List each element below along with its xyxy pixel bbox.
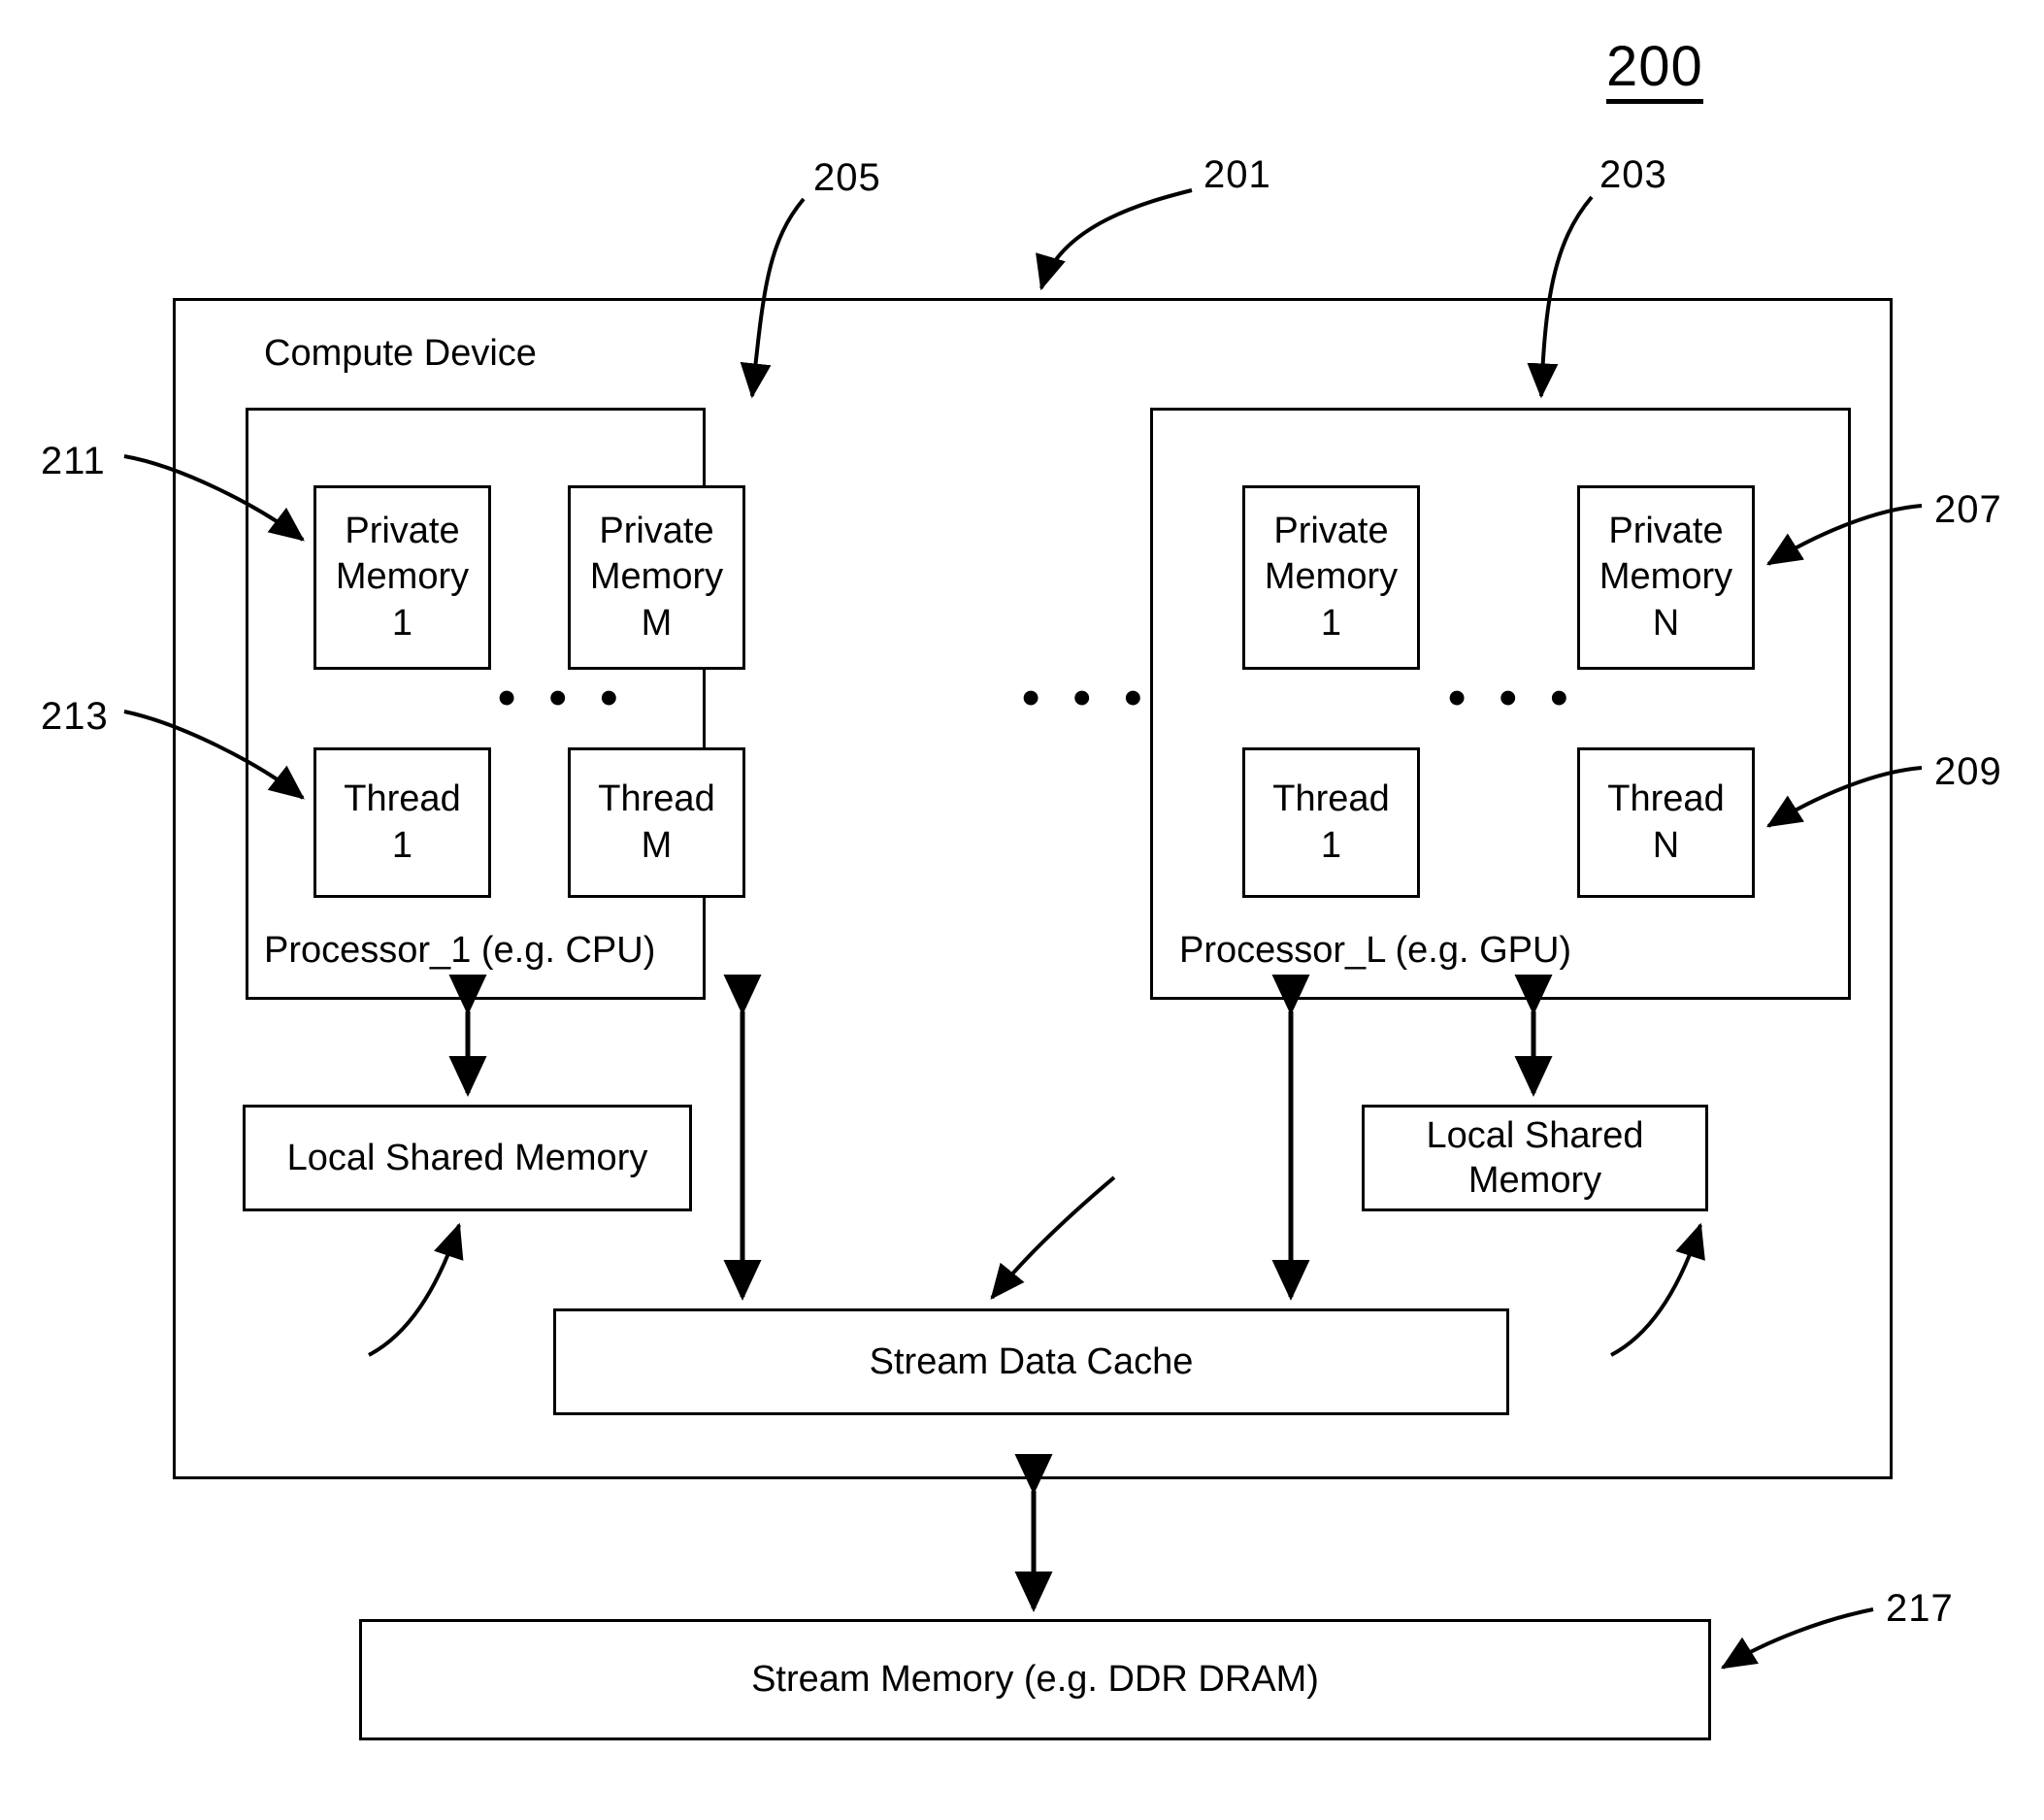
figure-canvas: 200 201 205 203 211 213 207 209 215 219 … <box>0 0 2044 1820</box>
private-memory-1-box-processor-l: Private Memory 1 <box>1242 485 1420 670</box>
thread-1-box-processor-1: Thread 1 <box>313 747 491 898</box>
ref-213-thread-1: 213 <box>41 695 109 738</box>
processor-l-ellipsis: • • • <box>1448 670 1578 726</box>
local-shared-memory-right-box: Local Shared Memory <box>1362 1105 1708 1211</box>
stream-data-cache-box: Stream Data Cache <box>553 1308 1509 1415</box>
ref-203-processor-l: 203 <box>1599 153 1667 196</box>
private-memory-m-box-processor-1: Private Memory M <box>568 485 745 670</box>
ref-201-compute-device: 201 <box>1203 153 1271 196</box>
processor-1-ellipsis: • • • <box>498 670 628 726</box>
thread-n-box-processor-l: Thread N <box>1577 747 1755 898</box>
compute-device-label: Compute Device <box>264 333 537 374</box>
processor-1-caption: Processor_1 (e.g. CPU) <box>264 930 656 971</box>
thread-m-box-processor-1: Thread M <box>568 747 745 898</box>
leader-217 <box>1720 1607 1874 1670</box>
leader-201 <box>1036 188 1193 291</box>
between-processors-ellipsis: • • • <box>1022 670 1152 726</box>
local-shared-memory-left-box: Local Shared Memory <box>243 1105 692 1211</box>
ref-217-stream-memory: 217 <box>1886 1587 1954 1630</box>
stream-memory-box: Stream Memory (e.g. DDR DRAM) <box>359 1619 1711 1740</box>
ref-211-private-memory-1: 211 <box>41 440 106 482</box>
processor-l-caption: Processor_L (e.g. GPU) <box>1179 930 1572 971</box>
ref-207-private-memory-n: 207 <box>1934 488 2002 531</box>
ref-209-thread-n: 209 <box>1934 750 2002 793</box>
figure-number: 200 <box>1606 39 1703 104</box>
private-memory-n-box-processor-l: Private Memory N <box>1577 485 1755 670</box>
ref-205-processor-1: 205 <box>813 156 881 199</box>
thread-1-box-processor-l: Thread 1 <box>1242 747 1420 898</box>
private-memory-1-box-processor-1: Private Memory 1 <box>313 485 491 670</box>
